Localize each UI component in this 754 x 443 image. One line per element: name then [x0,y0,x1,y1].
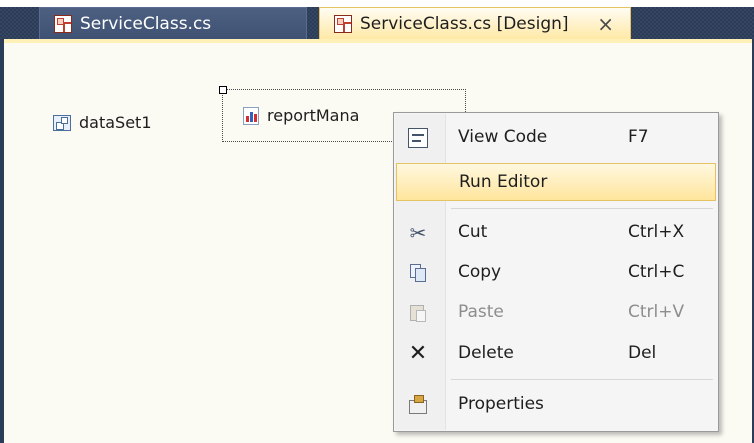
design-document-icon [334,14,352,33]
copy-icon [408,263,428,283]
paste-icon [408,303,428,323]
menu-item-shortcut: Ctrl+X [628,222,685,242]
menu-item-delete[interactable]: ✕ Delete Del [396,335,716,373]
menu-item-copy[interactable]: Copy Ctrl+C [396,254,716,292]
view-code-icon [408,128,428,148]
menu-item-label: View Code [458,127,548,147]
context-menu: View Code F7 Run Editor ✂ Cut Ctrl+X Cop… [393,112,719,432]
menu-item-label: Cut [458,222,488,242]
menu-item-view-code[interactable]: View Code F7 [396,119,716,157]
close-icon[interactable]: × [597,12,614,36]
menu-item-shortcut: Del [628,343,657,363]
cs-document-icon [54,14,72,33]
selection-handle[interactable] [219,86,227,94]
window-top-edge [0,0,754,7]
menu-item-label: Paste [458,302,504,322]
properties-icon [408,395,428,415]
tab-serviceclass-design[interactable]: ServiceClass.cs [Design] × [319,7,631,39]
menu-item-properties[interactable]: Properties [396,386,716,424]
scissors-icon: ✂ [409,221,427,245]
menu-separator [451,379,713,380]
component-dataset1[interactable]: dataSet1 [53,113,152,132]
menu-item-shortcut: Ctrl+V [628,302,685,322]
menu-item-cut[interactable]: ✂ Cut Ctrl+X [396,214,716,252]
menu-item-shortcut: Ctrl+C [628,262,685,282]
menu-item-label: Run Editor [459,172,548,192]
menu-item-paste[interactable]: Paste Ctrl+V [396,294,716,332]
report-manager-icon [243,106,259,125]
component-label: reportMana [267,106,360,125]
menu-item-label: Copy [458,262,502,282]
menu-item-run-editor[interactable]: Run Editor [396,163,716,201]
menu-item-label: Properties [458,394,544,414]
menu-item-label: Delete [458,343,514,363]
menu-item-shortcut: F7 [628,127,649,147]
component-label: dataSet1 [79,113,152,132]
tab-serviceclass-cs[interactable]: ServiceClass.cs [39,7,307,39]
menu-separator [451,208,713,209]
tab-label: ServiceClass.cs [80,13,212,34]
delete-icon: ✕ [408,341,428,366]
dataset-icon [53,114,71,131]
tab-label: ServiceClass.cs [Design] [360,13,569,34]
